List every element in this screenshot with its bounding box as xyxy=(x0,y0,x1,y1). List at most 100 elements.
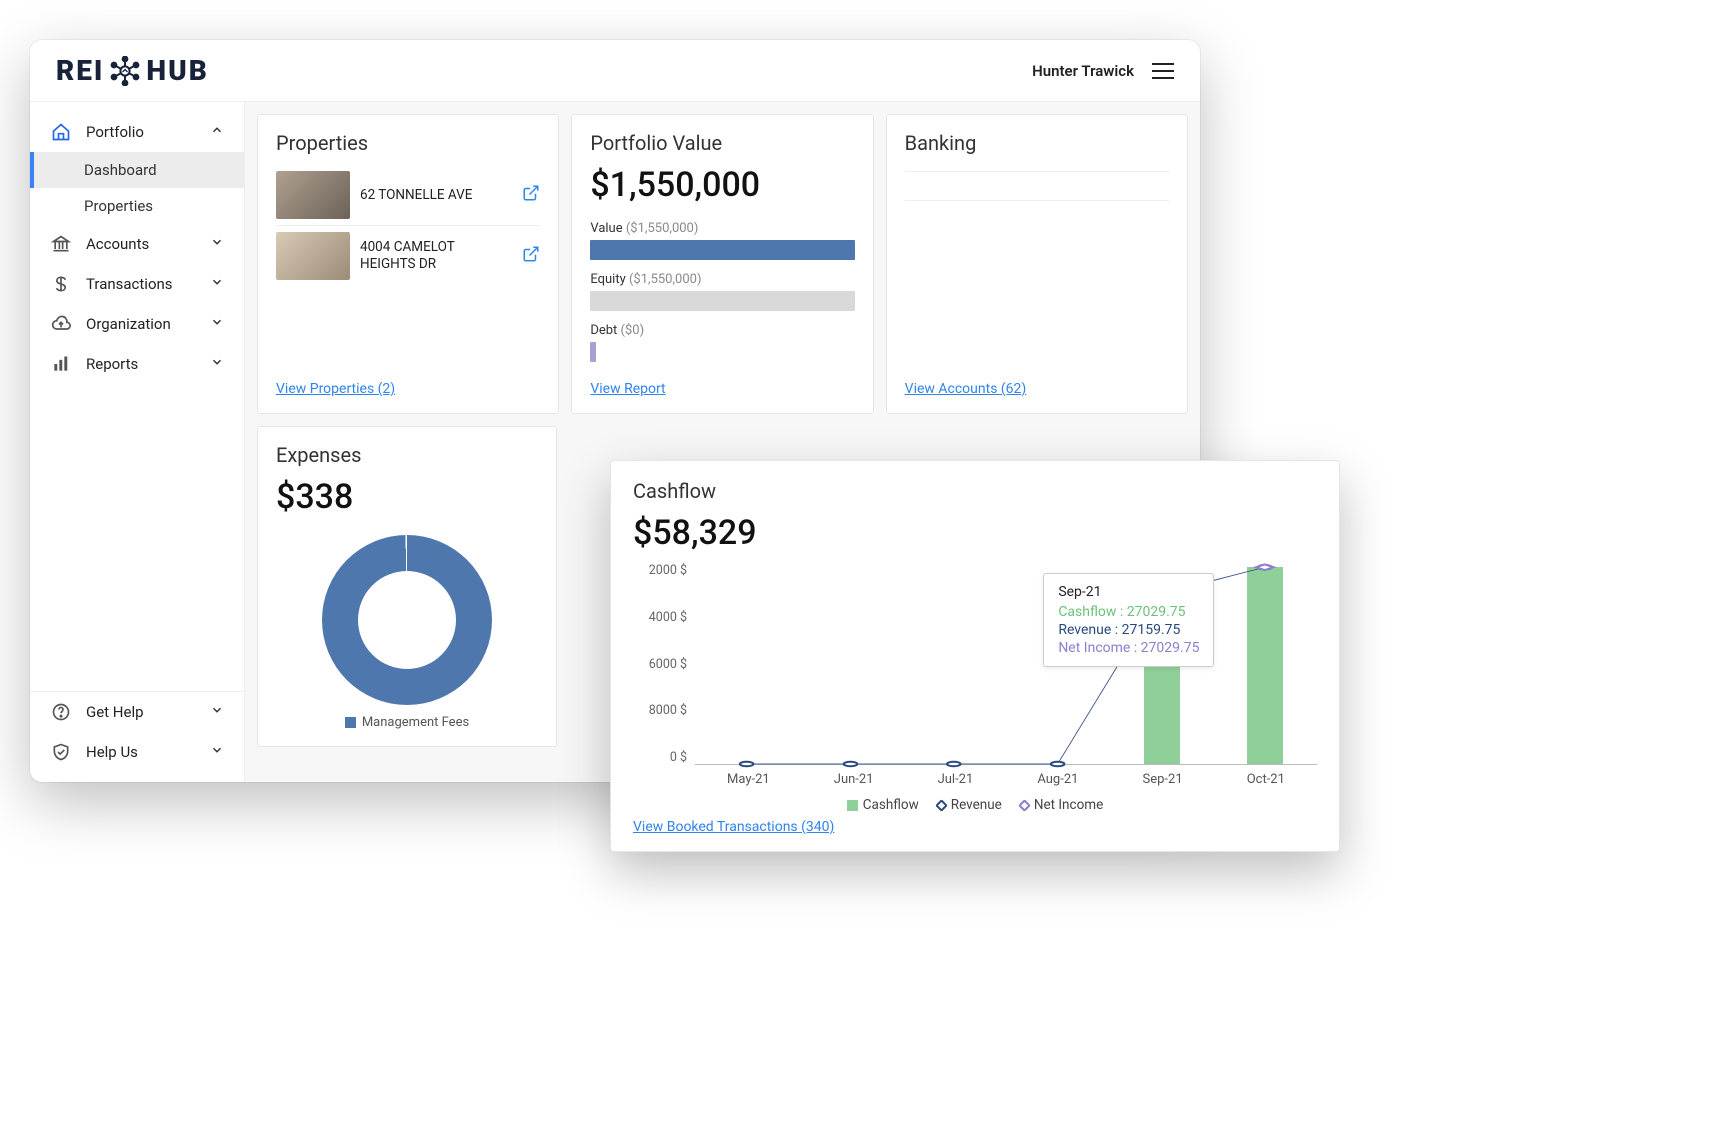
legend-marker xyxy=(935,799,948,812)
logo-network-icon xyxy=(110,56,140,86)
sidebar-item-transactions[interactable]: Transactions xyxy=(30,264,244,304)
sidebar-item-help-us[interactable]: Help Us xyxy=(30,732,244,772)
sidebar-item-portfolio[interactable]: Portfolio xyxy=(30,112,244,152)
expenses-card: Expenses $338 Management Fees xyxy=(257,426,557,747)
chevron-down-icon xyxy=(210,743,224,761)
plot-area: Sep-21 Cashflow : 27029.75 Revenue : 271… xyxy=(695,563,1317,765)
logo-text-left: REI xyxy=(56,54,104,87)
tooltip-month: Sep-21 xyxy=(1058,584,1199,600)
y-tick: 2000 $ xyxy=(649,563,687,578)
property-thumbnail xyxy=(276,232,350,280)
shield-check-icon xyxy=(50,742,72,762)
x-tick: Oct-21 xyxy=(1247,772,1285,787)
cashflow-legend: Cashflow Revenue Net Income xyxy=(633,797,1317,813)
property-row[interactable]: 62 TONNELLE AVE xyxy=(276,165,540,226)
sidebar-item-dashboard[interactable]: Dashboard xyxy=(30,152,244,188)
app-window: REI HUB Hunter Trawick xyxy=(30,40,1200,782)
card-title: Expenses xyxy=(276,443,538,467)
chart-tooltip: Sep-21 Cashflow : 27029.75 Revenue : 271… xyxy=(1043,573,1214,667)
x-tick: Aug-21 xyxy=(1037,772,1078,787)
sidebar-item-label: Help Us xyxy=(86,743,138,761)
sidebar-item-label: Reports xyxy=(86,355,138,373)
sidebar-item-accounts[interactable]: Accounts xyxy=(30,224,244,264)
expenses-total: $338 xyxy=(276,477,538,517)
divider xyxy=(905,200,1169,201)
logo: REI HUB xyxy=(56,54,209,87)
sidebar-item-reports[interactable]: Reports xyxy=(30,344,244,384)
home-icon xyxy=(50,122,72,142)
legend-swatch xyxy=(847,800,858,811)
sidebar-item-label: Organization xyxy=(86,315,171,333)
chevron-down-icon xyxy=(210,275,224,293)
sidebar-item-label: Transactions xyxy=(86,275,173,293)
cashflow-chart: 2000 $ 4000 $ 6000 $ 8000 $ 0 $ xyxy=(633,563,1317,793)
x-tick: Jun-21 xyxy=(834,772,874,787)
menu-icon[interactable] xyxy=(1152,63,1174,79)
pv-debt-bar xyxy=(590,342,596,362)
sidebar-item-label: Portfolio xyxy=(86,123,144,141)
pv-equity-label: Equity ($1,550,000) xyxy=(590,272,854,287)
dollar-icon xyxy=(50,274,72,294)
sidebar-item-organization[interactable]: Organization xyxy=(30,304,244,344)
bank-icon xyxy=(50,234,72,254)
property-row[interactable]: 4004 CAMELOT HEIGHTS DR xyxy=(276,226,540,286)
legend-revenue: Revenue xyxy=(937,797,1002,813)
x-tick: Sep-21 xyxy=(1143,772,1183,787)
properties-card: Properties 62 TONNELLE AVE 4004 CAMELOT … xyxy=(257,114,559,414)
sidebar-bottom: Get Help Help Us xyxy=(30,691,244,772)
divider xyxy=(905,171,1169,172)
cashflow-total: $58,329 xyxy=(633,513,1317,553)
y-tick: 8000 $ xyxy=(649,703,687,718)
pv-equity-bar xyxy=(590,291,854,311)
pv-value-label: Value ($1,550,000) xyxy=(590,221,854,236)
sidebar-item-label: Get Help xyxy=(86,703,144,721)
card-title: Banking xyxy=(905,131,1169,155)
view-booked-transactions-link[interactable]: View Booked Transactions (340) xyxy=(633,819,834,835)
chevron-down-icon xyxy=(210,355,224,373)
sidebar: Portfolio Dashboard Properties Accounts xyxy=(30,102,245,782)
property-thumbnail xyxy=(276,171,350,219)
logo-text-right: HUB xyxy=(146,54,208,87)
tooltip-netincome: Net Income : 27029.75 xyxy=(1058,640,1199,656)
expenses-legend: Management Fees xyxy=(345,715,469,730)
tooltip-revenue: Revenue : 27159.75 xyxy=(1058,622,1199,638)
legend-marker xyxy=(1018,799,1031,812)
legend-swatch xyxy=(345,717,356,728)
tooltip-cashflow: Cashflow : 27029.75 xyxy=(1058,604,1199,620)
user-name: Hunter Trawick xyxy=(1032,62,1134,80)
card-title: Properties xyxy=(276,131,540,155)
chevron-up-icon xyxy=(210,123,224,141)
question-circle-icon xyxy=(50,702,72,722)
cashflow-card: Cashflow $58,329 2000 $ 4000 $ 6000 $ 80… xyxy=(610,460,1340,852)
y-tick: 6000 $ xyxy=(649,657,687,672)
portfolio-total: $1,550,000 xyxy=(590,165,854,205)
view-properties-link[interactable]: View Properties (2) xyxy=(276,381,540,397)
legend-cashflow: Cashflow xyxy=(847,797,919,813)
property-name: 4004 CAMELOT HEIGHTS DR xyxy=(360,239,512,273)
open-in-new-icon[interactable] xyxy=(522,245,540,267)
x-tick: May-21 xyxy=(727,772,770,787)
expenses-donut-chart: Management Fees xyxy=(276,535,538,730)
line-chart-points xyxy=(695,563,1317,764)
pv-debt-label: Debt ($0) xyxy=(590,323,854,338)
y-axis: 2000 $ 4000 $ 6000 $ 8000 $ 0 $ xyxy=(633,563,693,765)
donut-icon xyxy=(322,535,492,705)
property-name: 62 TONNELLE AVE xyxy=(360,187,512,204)
y-tick: 0 $ xyxy=(670,750,687,765)
x-axis: May-21 Jun-21 Jul-21 Aug-21 Sep-21 Oct-2… xyxy=(695,772,1317,787)
card-title: Cashflow xyxy=(633,479,1317,503)
legend-netincome: Net Income xyxy=(1020,797,1103,813)
sidebar-item-properties[interactable]: Properties xyxy=(30,188,244,224)
card-title: Portfolio Value xyxy=(590,131,854,155)
topbar: REI HUB Hunter Trawick xyxy=(30,40,1200,102)
view-accounts-link[interactable]: View Accounts (62) xyxy=(905,381,1169,397)
sidebar-item-label: Accounts xyxy=(86,235,149,253)
sidebar-item-get-help[interactable]: Get Help xyxy=(30,692,244,732)
view-report-link[interactable]: View Report xyxy=(590,381,854,397)
pv-value-bar xyxy=(590,240,854,260)
chevron-down-icon xyxy=(210,235,224,253)
chevron-down-icon xyxy=(210,315,224,333)
open-in-new-icon[interactable] xyxy=(522,184,540,206)
portfolio-value-card: Portfolio Value $1,550,000 Value ($1,550… xyxy=(571,114,873,414)
x-tick: Jul-21 xyxy=(938,772,974,787)
